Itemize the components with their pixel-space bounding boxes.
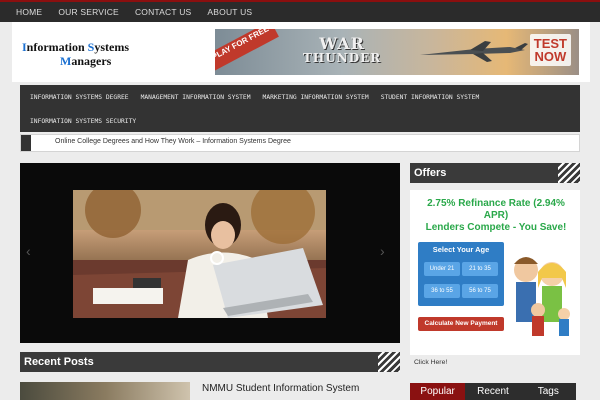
slider-prev-arrow[interactable]: ‹ [26,243,40,261]
category-student-information-system[interactable]: STUDENT INFORMATION SYSTEM [375,94,486,101]
refinance-headline: 2.75% Refinance Rate (2.94% APR) Lenders… [425,198,567,233]
category-row-2: INFORMATION SYSTEMS SECURITY [24,109,576,133]
recent-post-thumbnail[interactable] [20,382,190,400]
nav-home[interactable]: HOME [0,2,50,22]
family-illustration-icon [514,257,570,336]
top-navigation: HOME OUR SERVICE CONTACT US ABOUT US [0,0,600,22]
logo-line-1: Information Systems [22,40,130,54]
heading-stripes-icon [558,163,580,183]
category-marketing-information-system[interactable]: MARKETING INFORMATION SYSTEM [257,94,375,101]
nav-contact-us[interactable]: CONTACT US [127,2,199,22]
category-information-systems-security[interactable]: INFORMATION SYSTEMS SECURITY [24,118,142,125]
banner-game-title: WAR THUNDER [303,34,382,66]
category-information-systems-degree[interactable]: INFORMATION SYSTEMS DEGREE [24,94,135,101]
ticker-link[interactable]: Online College Degrees and How They Work… [55,138,291,145]
sidebar-tabs: Popular Recent Tags [410,383,576,400]
recent-posts-heading: Recent Posts [20,352,400,372]
logo-line-2: Managers [60,54,112,68]
test-now-button[interactable]: TEST NOW [529,34,571,66]
slider-next-arrow[interactable]: › [380,243,394,261]
category-row-1: INFORMATION SYSTEMS DEGREE MANAGEMENT IN… [24,85,576,109]
recent-post-title[interactable]: NMMU Student Information System [202,383,359,394]
tab-tags[interactable]: Tags [521,383,576,400]
nav-our-service[interactable]: OUR SERVICE [50,2,127,22]
age-selector: Select Your Age Under 21 21 to 35 36 to … [418,242,504,306]
banner-ad[interactable]: PLAY FOR FREE WAR THUNDER TEST NOW [215,29,579,75]
featured-photo[interactable] [73,190,326,318]
nav-about-us[interactable]: ABOUT US [199,2,260,22]
ticker-label [21,135,31,151]
slider-indicator-icon[interactable] [210,251,224,265]
age-36-to-55-button[interactable]: 36 to 55 [424,284,460,298]
plane-icon [420,41,528,62]
calculate-payment-button[interactable]: Calculate New Payment [418,317,504,331]
age-56-to-75-button[interactable]: 56 to 75 [462,284,498,298]
site-logo[interactable]: Information Systems Managers [22,40,129,68]
tab-popular[interactable]: Popular [410,383,466,400]
category-management-information-system[interactable]: MANAGEMENT INFORMATION SYSTEM [135,94,257,101]
refinance-ad[interactable]: 2.75% Refinance Rate (2.94% APR) Lenders… [410,190,580,355]
age-under-21-button[interactable]: Under 21 [424,262,460,276]
age-21-to-35-button[interactable]: 21 to 35 [462,262,498,276]
news-ticker: Online College Degrees and How They Work… [20,134,580,152]
featured-photo-illustration [73,190,326,318]
banner-ribbon: PLAY FOR FREE [215,29,279,72]
tab-recent[interactable]: Recent [465,383,520,400]
heading-stripes-icon [378,352,400,372]
category-navigation: INFORMATION SYSTEMS DEGREE MANAGEMENT IN… [20,85,580,132]
click-here-link[interactable]: Click Here! [414,359,447,366]
offers-heading: Offers [410,163,580,183]
featured-slider: ‹ › [20,163,400,343]
